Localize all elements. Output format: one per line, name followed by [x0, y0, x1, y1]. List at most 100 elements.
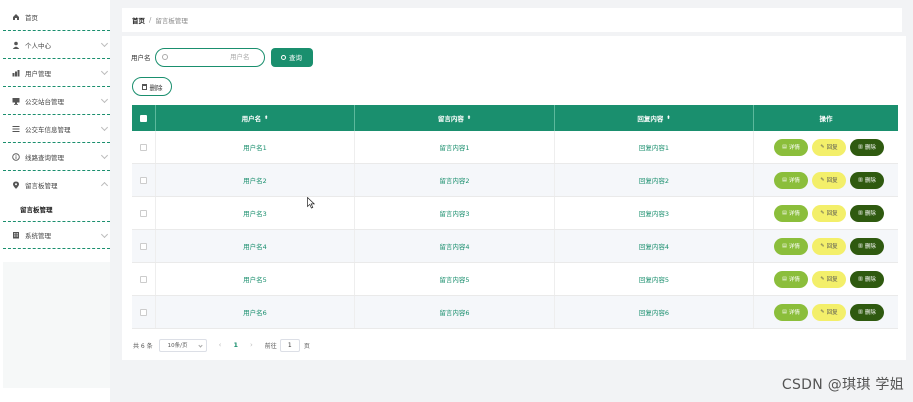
reply-label: 回复 — [826, 211, 838, 217]
reply-button[interactable]: ✎ 回复 — [812, 138, 846, 156]
next-page-button[interactable]: › — [250, 341, 253, 349]
edit-icon: ✎ — [820, 276, 825, 282]
delete-button[interactable]: ▥ 删除 — [850, 171, 884, 189]
sidebar-item-bus-info[interactable]: 公交车信息管理 — [3, 115, 110, 143]
row-checkbox[interactable] — [140, 209, 147, 217]
sidebar-item-profile[interactable]: 个人中心 — [3, 31, 110, 59]
sidebar-background — [3, 262, 110, 388]
sidebar-item-home[interactable]: 首页 — [3, 3, 110, 31]
sidebar-item-label: 个人中心 — [25, 41, 51, 50]
trash-icon: ▥ — [858, 276, 863, 282]
detail-button[interactable]: ▤ 详情 — [774, 204, 808, 222]
users-icon — [12, 69, 20, 77]
cell-reply: 回复内容5 — [555, 263, 754, 295]
page-number-current[interactable]: 1 — [233, 341, 238, 349]
username-search-input[interactable] — [155, 48, 264, 66]
reply-button[interactable]: ✎ 回复 — [812, 237, 846, 255]
sidebar-item-users[interactable]: 用户管理 — [3, 59, 110, 87]
detail-label: 详情 — [788, 310, 800, 316]
location-icon — [12, 181, 20, 189]
detail-button[interactable]: ▤ 详情 — [774, 237, 808, 255]
detail-icon: ▤ — [782, 177, 787, 183]
cell-reply: 回复内容4 — [555, 230, 754, 262]
info-icon — [12, 152, 20, 161]
search-icon — [281, 54, 286, 60]
cell-reply: 回复内容2 — [555, 164, 754, 196]
chevron-down-icon — [100, 230, 109, 239]
header-username[interactable]: 用户名 ⬍ — [156, 105, 355, 131]
content-card: 用户名 查询 删除 用户名⬍ 留言内容⬍ 回复内容⬍ 操作 — [122, 36, 906, 360]
message-table: 用户名 ⬍ 留言内容 ⬍ 回复内容 ⬍ 操作 用户名1 留言内容1 回复内容1 ▤ 详情… — [132, 105, 898, 329]
table-row: 用户名6 留言内容6 回复内容6 ▤ 详情 ✎ 回复 ▥ 删除 — [132, 296, 898, 329]
edit-icon: ✎ — [820, 144, 825, 150]
sidebar-item-system[interactable]: 系统管理 — [3, 221, 110, 249]
reply-button[interactable]: ✎ 回复 — [812, 171, 846, 189]
select-all-checkbox[interactable] — [140, 114, 147, 122]
header-message[interactable]: 留言内容 ⬍ — [355, 105, 555, 131]
batch-delete-label: 删除 — [149, 83, 163, 92]
delete-button[interactable]: ▥ 删除 — [850, 237, 884, 255]
row-checkbox[interactable] — [140, 308, 147, 316]
sidebar-item-label: 公交站台管理 — [25, 97, 64, 106]
delete-button[interactable]: ▥ 删除 — [850, 303, 884, 321]
detail-button[interactable]: ▤ 详情 — [774, 303, 808, 321]
edit-icon: ✎ — [820, 309, 825, 315]
sort-icon: ⬍ — [666, 115, 671, 121]
table-row: 用户名3 留言内容3 回复内容3 ▤ 详情 ✎ 回复 ▥ 删除 — [132, 197, 898, 230]
query-button[interactable]: 查询 — [270, 47, 313, 67]
reply-button[interactable]: ✎ 回复 — [812, 204, 846, 222]
delete-label: 删除 — [864, 145, 876, 151]
sort-icon: ⬍ — [264, 115, 269, 121]
delete-button[interactable]: ▥ 删除 — [850, 204, 884, 222]
detail-button[interactable]: ▤ 详情 — [774, 270, 808, 288]
batch-delete-button[interactable]: 删除 — [132, 77, 172, 96]
list-icon — [12, 125, 20, 133]
sidebar-item-label: 首页 — [25, 13, 38, 22]
reply-label: 回复 — [826, 310, 838, 316]
detail-button[interactable]: ▤ 详情 — [774, 171, 808, 189]
sidebar-subitem-message-board[interactable]: 留言板管理 — [3, 197, 110, 221]
detail-label: 详情 — [788, 211, 800, 217]
chevron-down-icon — [100, 67, 109, 76]
reply-label: 回复 — [826, 145, 838, 151]
row-checkbox[interactable] — [140, 176, 147, 184]
chevron-down-icon — [100, 123, 109, 132]
sidebar-item-label: 公交车信息管理 — [25, 125, 71, 134]
header-reply[interactable]: 回复内容 ⬍ — [555, 105, 754, 131]
pagination: 共 6 条 10条/页 ‹ 1 › 前往 1 页 — [133, 338, 310, 352]
prev-page-button[interactable]: ‹ — [219, 341, 222, 349]
sidebar-item-label: 线路查询管理 — [25, 153, 64, 162]
cell-message: 留言内容2 — [355, 164, 555, 196]
delete-button[interactable]: ▥ 删除 — [850, 138, 884, 156]
row-checkbox[interactable] — [140, 242, 147, 250]
goto-unit: 页 — [303, 342, 310, 350]
reply-button[interactable]: ✎ 回复 — [812, 270, 846, 288]
goto-page-input[interactable]: 1 — [279, 338, 300, 352]
reply-button[interactable]: ✎ 回复 — [812, 303, 846, 321]
sidebar-item-messages[interactable]: 留言板管理 — [3, 171, 110, 199]
row-checkbox[interactable] — [140, 143, 147, 151]
detail-icon: ▤ — [782, 243, 787, 249]
detail-button[interactable]: ▤ 详情 — [774, 138, 808, 156]
chevron-down-icon — [100, 39, 109, 48]
row-checkbox[interactable] — [140, 275, 147, 283]
search-field[interactable] — [154, 47, 265, 67]
page-size-select[interactable]: 10条/页 — [158, 338, 207, 352]
query-button-label: 查询 — [289, 54, 302, 62]
sidebar-item-stops[interactable]: 公交站台管理 — [3, 87, 110, 115]
cell-message: 留言内容5 — [355, 263, 555, 295]
delete-button[interactable]: ▥ 删除 — [850, 270, 884, 288]
cell-username: 用户名2 — [156, 164, 355, 196]
cell-username: 用户名4 — [156, 230, 355, 262]
cell-username: 用户名5 — [156, 263, 355, 295]
cell-message: 留言内容4 — [355, 230, 555, 262]
trash-icon — [141, 83, 147, 90]
sort-icon: ⬍ — [466, 115, 472, 121]
chevron-down-icon — [198, 342, 203, 348]
cell-reply: 回复内容6 — [555, 296, 754, 328]
delete-label: 删除 — [864, 277, 876, 283]
sidebar-item-routes[interactable]: 线路查询管理 — [3, 143, 110, 171]
watermark: CSDN @琪琪 学姐 — [781, 377, 904, 393]
breadcrumb-home[interactable]: 首页 — [132, 15, 145, 25]
cell-message: 留言内容6 — [355, 296, 555, 328]
